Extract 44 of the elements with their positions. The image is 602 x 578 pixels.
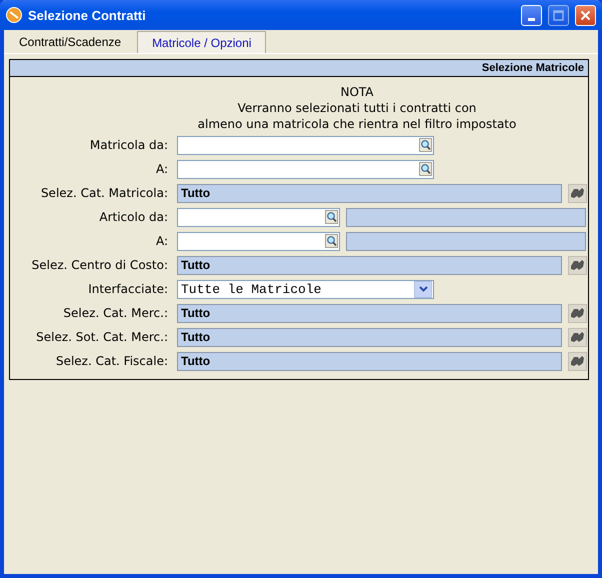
app-icon xyxy=(6,7,22,23)
input-field[interactable] xyxy=(177,232,340,250)
input-field[interactable] xyxy=(177,208,340,226)
note-text: almeno una matricola che rientra nel filtro impostato xyxy=(198,116,516,132)
field-label: Selez. Cat. Matricola: xyxy=(40,186,169,200)
note-text: NOTA xyxy=(340,84,374,100)
field-label: A: xyxy=(154,234,169,248)
search-icon[interactable] xyxy=(325,210,338,224)
selection-field: Tutto xyxy=(177,328,562,346)
field-label: Articolo da: xyxy=(98,210,169,224)
dropdown[interactable]: Tutte le Matricole xyxy=(177,280,434,298)
select-button[interactable] xyxy=(568,352,587,370)
search-icon[interactable] xyxy=(419,138,432,152)
tab[interactable]: Matricole / Opzioni xyxy=(137,31,266,53)
maximize-button[interactable] xyxy=(548,4,569,26)
input-field[interactable] xyxy=(177,136,434,154)
minimize-button[interactable] xyxy=(521,4,542,26)
field-label: Interfacciate: xyxy=(87,282,169,296)
input-field[interactable] xyxy=(177,160,434,178)
minimize-icon xyxy=(528,18,535,20)
field-label: Selez. Cat. Fiscale: xyxy=(54,354,169,368)
search-icon[interactable] xyxy=(325,234,338,248)
select-button[interactable] xyxy=(568,304,587,322)
field-label: Selez. Centro di Costo: xyxy=(30,258,169,272)
select-button[interactable] xyxy=(568,256,587,274)
field-label: A: xyxy=(154,162,169,176)
select-button[interactable] xyxy=(568,328,587,346)
selection-field: Tutto xyxy=(177,184,562,202)
close-icon xyxy=(580,10,591,20)
close-button[interactable] xyxy=(575,4,596,26)
panel-header: Selezione Matricole xyxy=(10,60,588,77)
tab[interactable]: Contratti/Scadenze xyxy=(9,32,132,53)
selection-field: Tutto xyxy=(177,256,562,274)
field-label: Matricola da: xyxy=(88,138,169,152)
selection-field: Tutto xyxy=(177,352,562,370)
field-label: Selez. Cat. Merc.: xyxy=(62,306,169,320)
field-label: Selez. Sot. Cat. Merc.: xyxy=(35,330,169,344)
selection-field: Tutto xyxy=(177,304,562,322)
select-button[interactable] xyxy=(568,184,587,202)
note-text: Verranno selezionati tutti i contratti con xyxy=(238,100,476,116)
window-title: Selezione Contratti xyxy=(28,8,147,22)
search-icon[interactable] xyxy=(419,162,432,176)
maximize-icon xyxy=(553,10,564,20)
chevron-down-icon xyxy=(418,286,428,292)
